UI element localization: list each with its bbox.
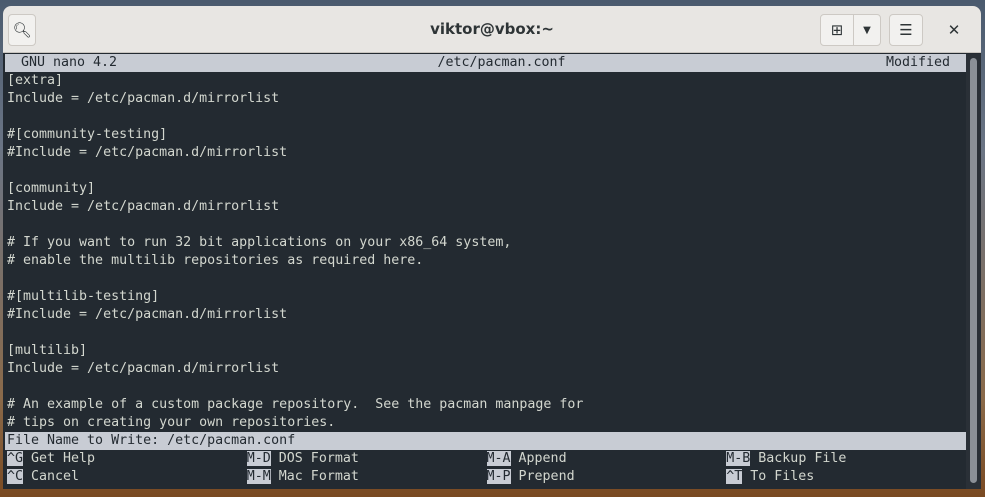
shortcut-label: Get Help bbox=[23, 451, 96, 466]
shortcut-label: Cancel bbox=[23, 469, 80, 484]
shortcut-key: M-A bbox=[486, 451, 511, 466]
text-line: #[community-testing] bbox=[7, 127, 168, 142]
text-line: #[multilib-testing] bbox=[7, 289, 160, 304]
text-line: # tips on creating your own repositories… bbox=[7, 415, 336, 430]
menu-button[interactable]: ☰ bbox=[889, 14, 923, 46]
shortcut-item[interactable]: M-B Backup File bbox=[726, 450, 966, 468]
modified-status: Modified bbox=[885, 55, 950, 70]
shortcut-item[interactable]: M-P Prepend bbox=[486, 468, 727, 486]
shortcut-row: ^G Get Help M-D DOS Format M-A Append M-B B… bbox=[5, 450, 966, 468]
shortcut-row: ^C Cancel M-M Mac Format M-P Prepend ^T To … bbox=[5, 468, 966, 486]
file-name: /etc/pacman.conf bbox=[437, 55, 566, 70]
text-line bbox=[5, 162, 966, 180]
shortcut-item[interactable]: ^C Cancel bbox=[7, 468, 247, 486]
text-line: [multilib] bbox=[7, 343, 88, 358]
shortcut-item[interactable]: ^T To Files bbox=[726, 468, 966, 486]
shortcut-item[interactable]: M-M Mac Format bbox=[246, 468, 487, 486]
close-icon: ✕ bbox=[947, 21, 961, 39]
nano-editor[interactable]: GNU nano 4.2 /etc/pacman.conf Modified [… bbox=[5, 54, 966, 489]
text-line: #Include = /etc/pacman.d/mirrorlist bbox=[7, 145, 288, 160]
chevron-down-icon: ▼ bbox=[863, 24, 871, 36]
text-line: Include = /etc/pacman.d/mirrorlist bbox=[7, 199, 280, 214]
shortcut-key: M-D bbox=[246, 451, 271, 466]
text-line: # An example of a custom package reposit… bbox=[7, 397, 584, 412]
shortcut-item[interactable]: M-D DOS Format bbox=[246, 450, 487, 468]
text-line bbox=[5, 216, 966, 234]
shortcut-key: ^C bbox=[7, 469, 24, 484]
terminal-window: 🔍︎ viktor@vbox:~ ⊞ ▼ ☰ ✕ GNU nano 4.2 /e… bbox=[3, 6, 981, 489]
shortcut-key: M-B bbox=[726, 451, 751, 466]
scrollbar-thumb[interactable] bbox=[970, 58, 977, 483]
title-bar: 🔍︎ viktor@vbox:~ ⊞ ▼ ☰ ✕ bbox=[3, 6, 981, 53]
text-line bbox=[5, 324, 966, 342]
shortcut-item[interactable]: ^G Get Help bbox=[7, 450, 247, 468]
nano-version: GNU nano 4.2 bbox=[21, 55, 118, 70]
shortcut-key: M-M bbox=[246, 469, 271, 484]
filename-prompt-input[interactable]: File Name to Write: /etc/pacman.conf bbox=[5, 432, 966, 450]
shortcut-label: DOS Format bbox=[270, 451, 359, 466]
nano-header: GNU nano 4.2 /etc/pacman.conf Modified bbox=[5, 54, 966, 72]
text-line: [extra] bbox=[7, 73, 64, 88]
shortcut-label: Prepend bbox=[510, 469, 575, 484]
text-line bbox=[5, 108, 966, 126]
text-line: # If you want to run 32 bit applications… bbox=[7, 235, 512, 250]
close-button[interactable]: ✕ bbox=[939, 14, 969, 46]
hamburger-icon: ☰ bbox=[899, 21, 913, 39]
shortcut-key: ^G bbox=[7, 451, 24, 466]
new-tab-button[interactable]: ⊞ bbox=[820, 14, 854, 46]
text-line: Include = /etc/pacman.d/mirrorlist bbox=[7, 361, 280, 376]
text-line: [community] bbox=[7, 181, 96, 196]
new-tab-icon: ⊞ bbox=[830, 21, 844, 39]
shortcut-item[interactable]: M-A Append bbox=[486, 450, 727, 468]
text-line bbox=[5, 378, 966, 396]
shortcut-label: Backup File bbox=[750, 451, 847, 466]
shortcut-key: ^T bbox=[726, 469, 743, 484]
shortcut-label: Append bbox=[510, 451, 567, 466]
text-line bbox=[5, 270, 966, 288]
shortcut-label: To Files bbox=[742, 469, 815, 484]
text-line: #Include = /etc/pacman.d/mirrorlist bbox=[7, 307, 288, 322]
shortcut-label: Mac Format bbox=[270, 469, 359, 484]
text-line: Include = /etc/pacman.d/mirrorlist bbox=[7, 91, 280, 106]
shortcut-key: M-P bbox=[486, 469, 511, 484]
scrollbar[interactable] bbox=[966, 54, 981, 489]
new-tab-dropdown[interactable]: ▼ bbox=[853, 14, 881, 46]
text-line: # enable the multilib repositories as re… bbox=[7, 253, 424, 268]
